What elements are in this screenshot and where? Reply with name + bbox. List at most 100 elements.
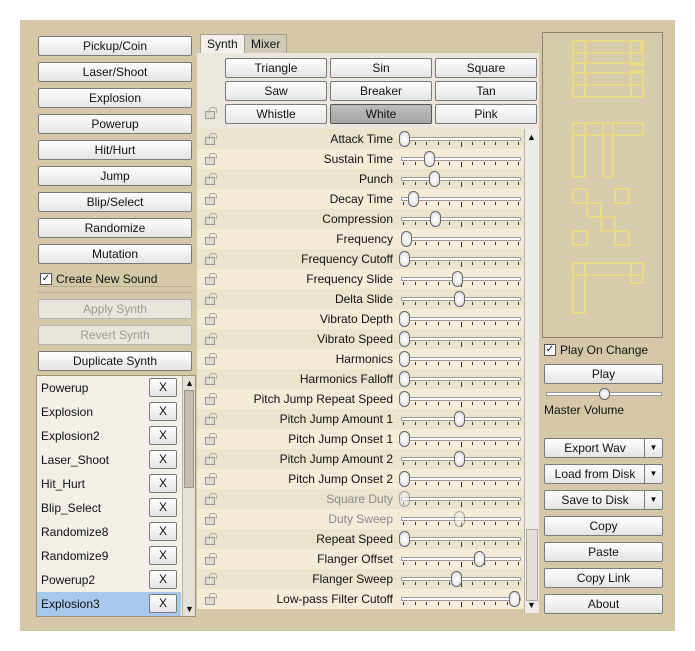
- lock-icon[interactable]: [205, 573, 217, 585]
- scroll-up-icon[interactable]: ▲: [185, 378, 194, 388]
- list-item[interactable]: Laser_Shoot X: [37, 448, 181, 472]
- scroll-up-icon[interactable]: ▲: [527, 132, 536, 142]
- list-item[interactable]: Randomize8 X: [37, 520, 181, 544]
- param-slider-thumb[interactable]: [399, 311, 410, 327]
- lock-icon[interactable]: [205, 293, 217, 305]
- chevron-down-icon[interactable]: ▼: [644, 491, 662, 509]
- param-slider-thumb[interactable]: [399, 351, 410, 367]
- lock-icon[interactable]: [205, 353, 217, 365]
- remove-sound-button[interactable]: X: [149, 426, 177, 445]
- param-slider-track[interactable]: [401, 497, 521, 501]
- remove-sound-button[interactable]: X: [149, 378, 177, 397]
- lock-icon[interactable]: [205, 253, 217, 265]
- list-item[interactable]: Explosion2 X: [37, 424, 181, 448]
- param-slider-track[interactable]: [401, 337, 521, 341]
- param-slider-thumb[interactable]: [399, 371, 410, 387]
- list-item[interactable]: Explosion X: [37, 400, 181, 424]
- hit-hurt-button[interactable]: Hit/Hurt: [38, 140, 192, 160]
- param-slider-thumb[interactable]: [454, 451, 465, 467]
- jump-button[interactable]: Jump: [38, 166, 192, 186]
- param-slider-track[interactable]: [401, 437, 521, 441]
- param-slider-track[interactable]: [401, 537, 521, 541]
- waveform-square-button[interactable]: Square: [435, 58, 537, 78]
- remove-sound-button[interactable]: X: [149, 546, 177, 565]
- param-slider-thumb[interactable]: [428, 171, 440, 187]
- param-slider-thumb[interactable]: [429, 211, 441, 227]
- paste-button[interactable]: Paste: [544, 542, 663, 562]
- chevron-down-icon[interactable]: ▼: [644, 439, 662, 457]
- param-slider-thumb[interactable]: [451, 271, 463, 287]
- lock-icon[interactable]: [205, 133, 217, 145]
- waveform-sin-button[interactable]: Sin: [330, 58, 432, 78]
- param-slider-track[interactable]: [401, 257, 521, 261]
- param-slider-thumb[interactable]: [399, 431, 410, 447]
- about-button[interactable]: About: [544, 594, 663, 614]
- lock-icon[interactable]: [205, 493, 217, 505]
- play-on-change-checkbox[interactable]: ✓: [544, 344, 556, 356]
- param-slider-track[interactable]: [401, 177, 521, 181]
- lock-icon[interactable]: [205, 433, 217, 445]
- lock-icon[interactable]: [205, 233, 217, 245]
- param-slider-thumb[interactable]: [454, 411, 465, 427]
- create-new-sound-toggle[interactable]: ✓ Create New Sound: [40, 272, 157, 286]
- scroll-thumb[interactable]: [184, 390, 194, 488]
- chevron-down-icon[interactable]: ▼: [644, 465, 662, 483]
- scroll-down-icon[interactable]: ▼: [185, 604, 194, 614]
- list-item[interactable]: Blip_Select X: [37, 496, 181, 520]
- tab-synth[interactable]: Synth: [200, 34, 245, 54]
- create-new-sound-checkbox[interactable]: ✓: [40, 273, 52, 285]
- param-slider-track[interactable]: [401, 237, 521, 241]
- scroll-thumb[interactable]: [526, 529, 538, 601]
- lock-icon[interactable]: [205, 373, 217, 385]
- param-slider-track[interactable]: [401, 397, 521, 401]
- param-slider-thumb[interactable]: [401, 231, 413, 247]
- param-slider-thumb[interactable]: [450, 571, 462, 587]
- list-item[interactable]: Explosion3 X: [37, 592, 181, 616]
- tab-mixer[interactable]: Mixer: [244, 34, 288, 54]
- lock-icon[interactable]: [205, 413, 217, 425]
- mutation-button[interactable]: Mutation: [38, 244, 192, 264]
- apply-synth-button[interactable]: Apply Synth: [38, 299, 192, 319]
- waveform-saw-button[interactable]: Saw: [225, 81, 327, 101]
- play-on-change-toggle[interactable]: ✓ Play On Change: [544, 343, 648, 357]
- pickup-coin-button[interactable]: Pickup/Coin: [38, 36, 192, 56]
- lock-icon[interactable]: [205, 153, 217, 165]
- param-slider-track[interactable]: [401, 357, 521, 361]
- revert-synth-button[interactable]: Revert Synth: [38, 325, 192, 345]
- param-slider-track[interactable]: [401, 377, 521, 381]
- load-from-disk-button[interactable]: Load from Disk ▼: [544, 464, 663, 484]
- lock-icon[interactable]: [205, 473, 217, 485]
- save-to-disk-button[interactable]: Save to Disk ▼: [544, 490, 663, 510]
- lock-icon[interactable]: [205, 513, 217, 525]
- duplicate-synth-button[interactable]: Duplicate Synth: [38, 351, 192, 371]
- param-slider-thumb[interactable]: [399, 251, 410, 267]
- waveform-white-button[interactable]: White: [330, 104, 432, 124]
- lock-icon[interactable]: [205, 333, 217, 345]
- waveform-whistle-button[interactable]: Whistle: [225, 104, 327, 124]
- param-slider-thumb[interactable]: [399, 531, 410, 547]
- randomize-button[interactable]: Randomize: [38, 218, 192, 238]
- param-slider-thumb[interactable]: [399, 391, 410, 407]
- list-item[interactable]: Powerup2 X: [37, 568, 181, 592]
- lock-icon[interactable]: [205, 213, 217, 225]
- lock-icon[interactable]: [205, 313, 217, 325]
- play-button[interactable]: Play: [544, 364, 663, 384]
- param-slider-track[interactable]: [401, 157, 521, 161]
- lock-icon[interactable]: [205, 107, 217, 119]
- param-slider-track[interactable]: [401, 137, 521, 141]
- sound-list-scrollbar[interactable]: ▲ ▼: [182, 376, 195, 616]
- param-slider-track[interactable]: [401, 597, 521, 601]
- powerup-button[interactable]: Powerup: [38, 114, 192, 134]
- param-slider-track[interactable]: [401, 317, 521, 321]
- param-slider-thumb[interactable]: [454, 291, 465, 307]
- remove-sound-button[interactable]: X: [149, 498, 177, 517]
- param-slider-thumb[interactable]: [424, 151, 436, 167]
- waveform-tan-button[interactable]: Tan: [435, 81, 537, 101]
- explosion-button[interactable]: Explosion: [38, 88, 192, 108]
- export-wav-button[interactable]: Export Wav ▼: [544, 438, 663, 458]
- lock-icon[interactable]: [205, 173, 217, 185]
- remove-sound-button[interactable]: X: [149, 474, 177, 493]
- remove-sound-button[interactable]: X: [149, 522, 177, 541]
- list-item[interactable]: Randomize9 X: [37, 544, 181, 568]
- param-slider-track[interactable]: [401, 557, 521, 561]
